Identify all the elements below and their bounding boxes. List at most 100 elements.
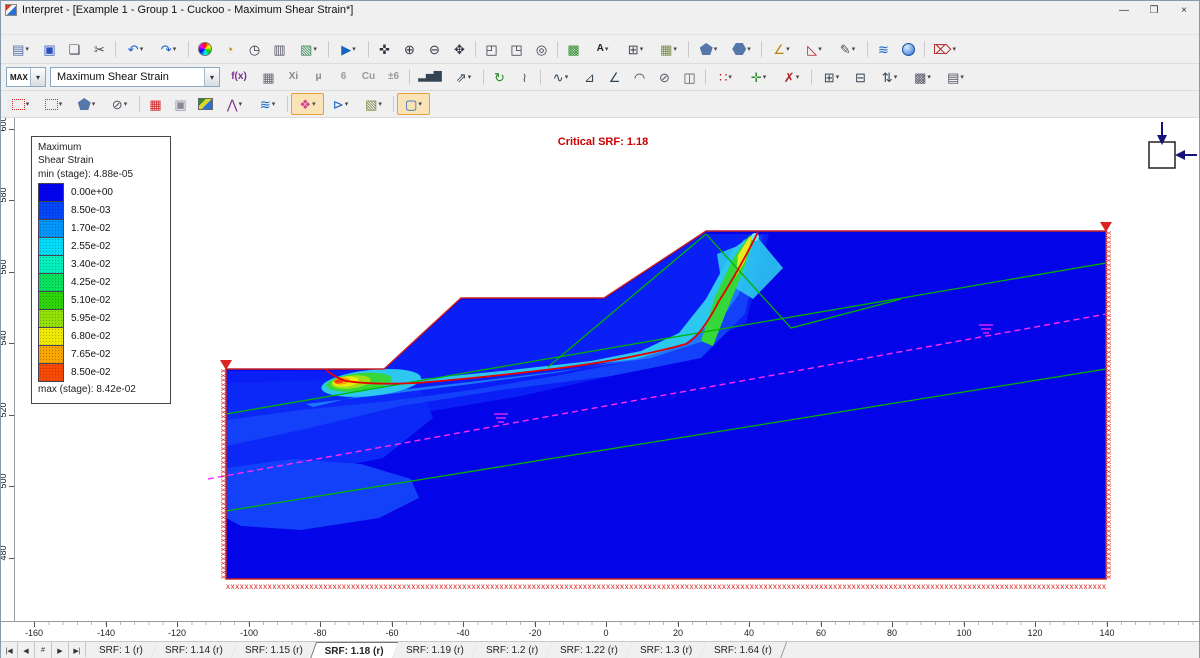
zoom-100-button[interactable]: ◎▾ bbox=[529, 38, 554, 61]
material-query-dropdown[interactable]: ▾ bbox=[4, 93, 37, 115]
differential-dropdown[interactable]: ⇅▾ bbox=[873, 66, 906, 88]
menu-item[interactable] bbox=[102, 26, 116, 28]
tab-prev-button[interactable]: ◀ bbox=[18, 642, 35, 658]
options-dropdown[interactable]: ▤▾ bbox=[939, 66, 972, 88]
stage-tab[interactable]: SRF: 1.22 (r) bbox=[546, 642, 633, 658]
no-plot-button[interactable]: ⊘▾ bbox=[652, 66, 677, 88]
hexagon-tool-dropdown[interactable]: ▾ bbox=[725, 38, 758, 61]
measure-angle-dropdown[interactable]: ∠▾ bbox=[765, 38, 798, 61]
zoom-out-button[interactable]: ⊖▾ bbox=[422, 38, 447, 61]
stage-tab[interactable]: SRF: 1.2 (r) bbox=[472, 642, 553, 658]
arc-plot-button[interactable]: ◠▾ bbox=[627, 66, 652, 88]
stage-time-button[interactable]: ◷▾ bbox=[242, 38, 267, 61]
stage-tab[interactable]: SRF: 1.3 (r) bbox=[626, 642, 707, 658]
hazard-map-button[interactable]: ▾ bbox=[193, 93, 218, 115]
delete-dropdown[interactable]: ⌦▾ bbox=[928, 38, 961, 61]
trend-plot-dropdown[interactable]: ⇗▾ bbox=[447, 66, 480, 88]
grid-toggle-button[interactable]: ▦▾ bbox=[256, 66, 281, 88]
menu-item[interactable] bbox=[88, 26, 102, 28]
material-highlight-button[interactable]: ▩▾ bbox=[561, 38, 586, 61]
histogram-button[interactable]: ▂▅▇▾ bbox=[413, 66, 447, 88]
stage-tab[interactable]: SRF: 1.14 (r) bbox=[151, 642, 238, 658]
drawdown-button[interactable]: ≋▾ bbox=[871, 38, 896, 61]
minimize-button[interactable]: — bbox=[1109, 1, 1139, 19]
data-type-mini-combo[interactable]: MAX▾ bbox=[6, 67, 46, 87]
menu-item[interactable] bbox=[4, 26, 18, 28]
plus-minus-sigma-button[interactable]: ±6▾ bbox=[381, 66, 406, 88]
graph-query-dropdown[interactable]: ∿▾ bbox=[544, 66, 577, 88]
menu-item[interactable] bbox=[60, 26, 74, 28]
restore-button[interactable]: ❐ bbox=[1139, 1, 1169, 19]
edit-tool-dropdown[interactable]: ✎▾ bbox=[831, 38, 864, 61]
table-dropdown[interactable]: ⊞▾ bbox=[619, 38, 652, 61]
canvas-area[interactable]: xxxxxxxxxxxxxxxxxxxxxxxxxxxxxxxxxxxxxxxx… bbox=[1, 118, 1199, 621]
menu-item[interactable] bbox=[130, 26, 144, 28]
angle-plot-button[interactable]: ∠▾ bbox=[602, 66, 627, 88]
globe-button[interactable]: ▾ bbox=[896, 38, 921, 61]
sigma-button[interactable]: 6▾ bbox=[331, 66, 356, 88]
cu-button[interactable]: Cu▾ bbox=[356, 66, 381, 88]
section-view-button[interactable]: ▥▾ bbox=[267, 38, 292, 61]
model-viewport[interactable]: xxxxxxxxxxxxxxxxxxxxxxxxxxxxxxxxxxxxxxxx… bbox=[1, 118, 1199, 621]
xi-button[interactable]: Xi▾ bbox=[281, 66, 306, 88]
chart-view-dropdown[interactable]: ▧▾ bbox=[292, 38, 325, 61]
legend-options-button[interactable]: ◔▾ bbox=[217, 38, 242, 61]
image-overlay-dropdown[interactable]: ▦▾ bbox=[652, 38, 685, 61]
annotation-dropdown[interactable]: A▾ bbox=[586, 38, 619, 61]
chevron-down-icon[interactable]: ▾ bbox=[30, 68, 45, 86]
menu-item[interactable] bbox=[144, 26, 158, 28]
stage-tab[interactable]: SRF: 1.64 (r) bbox=[700, 642, 787, 658]
tab-next-button[interactable]: ▶ bbox=[52, 642, 69, 658]
play-animation-dropdown[interactable]: ▶▾ bbox=[332, 38, 365, 61]
contour-options-button[interactable]: ▾ bbox=[192, 38, 217, 61]
tab-number-button[interactable]: # bbox=[35, 642, 52, 658]
menu-item[interactable] bbox=[32, 26, 46, 28]
graph-window-dropdown[interactable]: ⊞▾ bbox=[815, 66, 848, 88]
query-points-dropdown[interactable]: ∷▾ bbox=[709, 66, 742, 88]
zoom-in-button[interactable]: ⊕▾ bbox=[397, 38, 422, 61]
flow-vectors-dropdown[interactable]: ≋▾ bbox=[251, 93, 284, 115]
tab-first-button[interactable]: |◀ bbox=[1, 642, 18, 658]
line-graph-button[interactable]: ⊿▾ bbox=[577, 66, 602, 88]
close-button[interactable]: × bbox=[1169, 1, 1199, 19]
delete-query-dropdown[interactable]: ✗▾ bbox=[775, 66, 808, 88]
stage-tab[interactable]: SRF: 1.15 (r) bbox=[231, 642, 318, 658]
pentagon-tool-dropdown[interactable]: ▾ bbox=[692, 38, 725, 61]
zoom-extents-button[interactable]: ✜▾ bbox=[372, 38, 397, 61]
tab-last-button[interactable]: ▶| bbox=[69, 642, 86, 658]
save-button[interactable]: ▣▾ bbox=[37, 38, 62, 61]
snapshot-button[interactable]: ▣▾ bbox=[168, 93, 193, 115]
vectors-dropdown[interactable]: ⊳▾ bbox=[324, 93, 357, 115]
stage-tab[interactable]: SRF: 1.18 (r) bbox=[310, 642, 399, 658]
menu-item[interactable] bbox=[74, 26, 88, 28]
spring-button[interactable]: ≀▾ bbox=[512, 66, 537, 88]
ellipse-query-dropdown[interactable]: ⊘▾ bbox=[103, 93, 136, 115]
pattern-dropdown[interactable]: ▩▾ bbox=[906, 66, 939, 88]
selection-window-dropdown[interactable]: ▢▾ bbox=[397, 93, 430, 115]
multi-plot-dropdown[interactable]: ⋀▾ bbox=[218, 93, 251, 115]
result-type-combo[interactable]: Maximum Shear Strain▾ bbox=[50, 67, 220, 87]
polyline-query-dropdown[interactable]: ▾ bbox=[70, 93, 103, 115]
redo-dropdown[interactable]: ↷▾ bbox=[152, 38, 185, 61]
print-preview-button[interactable]: ❏▾ bbox=[62, 38, 87, 61]
chevron-down-icon[interactable]: ▾ bbox=[204, 68, 219, 86]
add-query-dropdown[interactable]: ✛▾ bbox=[742, 66, 775, 88]
dip-tool-dropdown[interactable]: ◺▾ bbox=[798, 38, 831, 61]
undo-dropdown[interactable]: ↶▾ bbox=[119, 38, 152, 61]
chart-window-button[interactable]: ◫▾ bbox=[677, 66, 702, 88]
mu-button[interactable]: μ▾ bbox=[306, 66, 331, 88]
history-query-dropdown[interactable]: ▾ bbox=[37, 93, 70, 115]
menu-item[interactable] bbox=[116, 26, 130, 28]
stage-tab[interactable]: SRF: 1 (r) bbox=[85, 642, 158, 658]
menu-item[interactable] bbox=[158, 26, 172, 28]
grid-overlay-button[interactable]: ▦▾ bbox=[143, 93, 168, 115]
screen-capture-button[interactable]: ✂▾ bbox=[87, 38, 112, 61]
layout-dropdown[interactable]: ▤▾ bbox=[4, 38, 37, 61]
zoom-selection-button[interactable]: ◳▾ bbox=[504, 38, 529, 61]
zoom-window-button[interactable]: ◰▾ bbox=[479, 38, 504, 61]
pan-button[interactable]: ✥▾ bbox=[447, 38, 472, 61]
legend[interactable]: Maximum Shear Strain min (stage): 4.88e-… bbox=[31, 136, 171, 404]
user-data-button[interactable]: f(x)▾ bbox=[222, 66, 256, 88]
stage-tab[interactable]: SRF: 1.19 (r) bbox=[392, 642, 479, 658]
overlay-image-dropdown[interactable]: ▧▾ bbox=[357, 93, 390, 115]
